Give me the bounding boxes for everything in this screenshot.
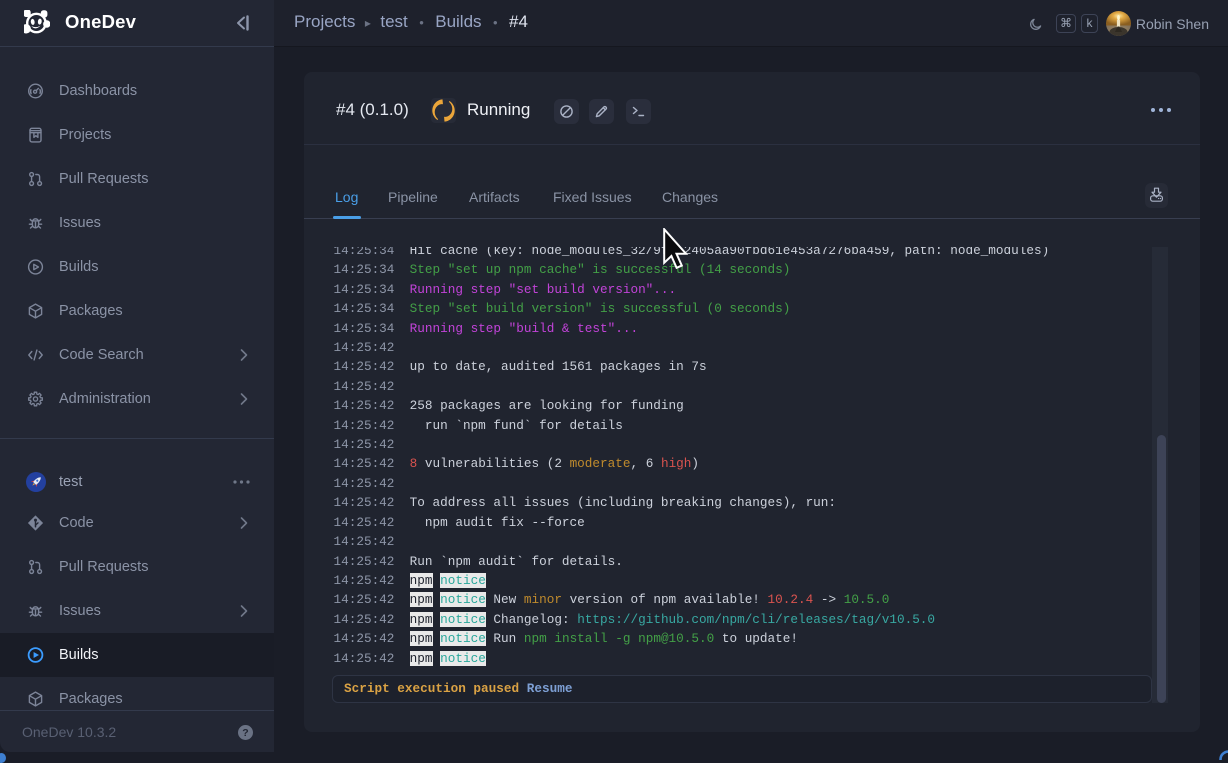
svg-text:?: ? <box>242 727 248 739</box>
